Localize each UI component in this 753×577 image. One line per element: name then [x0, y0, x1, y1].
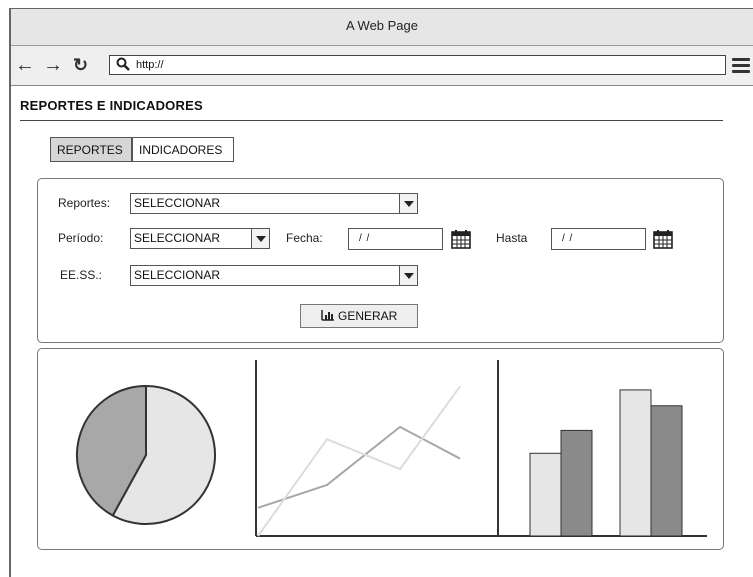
reportes-select[interactable]: SELECCIONAR	[130, 193, 418, 214]
reportes-select-value: SELECCIONAR	[134, 196, 221, 210]
calendar-icon[interactable]	[653, 229, 673, 249]
fecha-label: Fecha:	[286, 231, 323, 245]
chevron-down-icon[interactable]	[399, 266, 417, 285]
periodo-label: Período:	[58, 231, 104, 245]
chevron-down-icon[interactable]	[399, 194, 417, 213]
chevron-down-icon[interactable]	[251, 229, 269, 248]
charts-panel	[37, 348, 724, 550]
eess-select[interactable]: SELECCIONAR	[130, 265, 418, 286]
bar-chart-icon	[320, 310, 334, 321]
calendar-icon[interactable]	[451, 229, 471, 249]
url-text: http://	[136, 59, 164, 71]
arrow-left-icon[interactable]: ←	[15, 52, 35, 78]
periodo-select[interactable]: SELECCIONAR	[130, 228, 270, 249]
reload-icon[interactable]: ↻	[73, 52, 88, 78]
fecha-date-input[interactable]: / /	[348, 228, 443, 250]
hasta-label: Hasta	[496, 231, 528, 245]
page-title: REPORTES E INDICADORES	[20, 98, 203, 113]
hamburger-menu-icon[interactable]	[732, 58, 750, 74]
reportes-label: Reportes:	[58, 196, 111, 210]
eess-select-value: SELECCIONAR	[134, 268, 221, 282]
arrow-right-icon[interactable]: →	[43, 52, 63, 78]
window-title: A Web Page	[11, 9, 753, 46]
search-icon	[116, 57, 130, 74]
hasta-date-input[interactable]: / /	[551, 228, 646, 250]
tab-indicadores[interactable]: INDICADORES	[132, 137, 234, 162]
periodo-select-value: SELECCIONAR	[134, 231, 221, 245]
tab-reportes[interactable]: REPORTES	[50, 137, 132, 162]
generar-button[interactable]: GENERAR	[300, 304, 418, 328]
address-bar[interactable]: http://	[109, 55, 726, 75]
browser-toolbar: ← → ↻ http://	[11, 46, 753, 86]
generar-button-label: GENERAR	[338, 309, 398, 323]
title-divider	[20, 120, 723, 121]
eess-label: EE.SS.:	[60, 268, 103, 282]
